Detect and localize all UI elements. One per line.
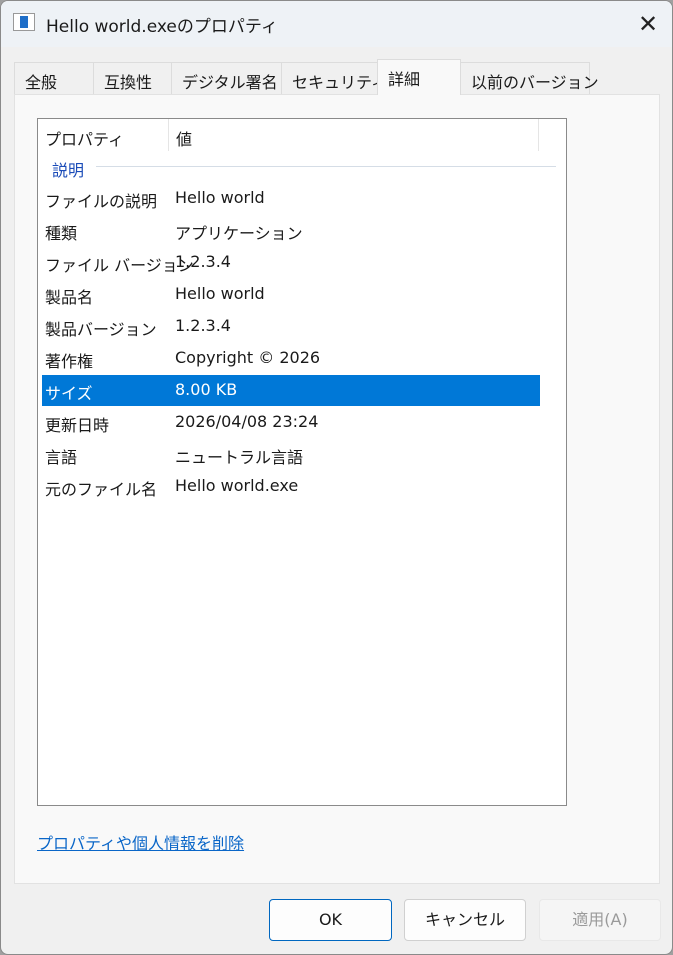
property-name: 種類 bbox=[45, 224, 78, 243]
property-name: 著作権 bbox=[45, 352, 94, 371]
table-row[interactable]: 言語 ニュートラル言語 bbox=[42, 439, 540, 470]
property-name: 元のファイル名 bbox=[45, 480, 158, 499]
column-divider[interactable] bbox=[168, 119, 169, 151]
table-row[interactable]: サイズ 8.00 KB bbox=[42, 375, 540, 406]
group-header-description: 説明 bbox=[52, 161, 85, 180]
cancel-button[interactable]: キャンセル bbox=[404, 899, 526, 941]
app-icon bbox=[13, 13, 35, 31]
tab-details[interactable]: 詳細 bbox=[377, 59, 461, 95]
properties-dialog: Hello world.exeのプロパティ ✕ 全般 互換性 デジタル署名 セキ… bbox=[0, 0, 673, 955]
column-header-value[interactable]: 値 bbox=[176, 126, 192, 150]
column-header-property[interactable]: プロパティ bbox=[45, 126, 124, 150]
property-name: ファイルの説明 bbox=[45, 192, 158, 211]
property-value: Hello world bbox=[175, 188, 265, 207]
property-value: Hello world.exe bbox=[175, 476, 299, 495]
property-value: 2026/04/08 23:24 bbox=[175, 412, 319, 431]
remove-properties-link[interactable]: プロパティや個人情報を削除 bbox=[37, 830, 244, 854]
property-name: 製品バージョン bbox=[45, 320, 157, 339]
table-row[interactable]: ファイル バージョン 1.2.3.4 bbox=[42, 247, 540, 278]
property-value: 8.00 KB bbox=[175, 380, 238, 399]
property-name: ファイル バージョン bbox=[45, 256, 194, 275]
property-name: サイズ bbox=[45, 384, 93, 403]
table-row[interactable]: 製品バージョン 1.2.3.4 bbox=[42, 311, 540, 342]
title-bar: Hello world.exeのプロパティ ✕ bbox=[1, 1, 672, 47]
tab-general[interactable]: 全般 bbox=[14, 62, 94, 94]
tab-digital-signatures[interactable]: デジタル署名 bbox=[171, 62, 282, 94]
table-row[interactable]: 更新日時 2026/04/08 23:24 bbox=[42, 407, 540, 438]
apply-button[interactable]: 適用(A) bbox=[539, 899, 661, 941]
ok-button[interactable]: OK bbox=[269, 899, 392, 941]
property-name: 更新日時 bbox=[45, 416, 110, 435]
table-row[interactable]: 種類 アプリケーション bbox=[42, 215, 540, 246]
tab-previous-versions[interactable]: 以前のバージョン bbox=[460, 62, 599, 94]
property-name: 製品名 bbox=[45, 288, 94, 307]
property-value: Hello world bbox=[175, 284, 265, 303]
list-header: プロパティ 値 bbox=[38, 119, 566, 152]
tab-compatibility[interactable]: 互換性 bbox=[93, 62, 172, 94]
close-icon[interactable]: ✕ bbox=[631, 7, 665, 41]
table-row[interactable]: 製品名 Hello world bbox=[42, 279, 540, 310]
property-list[interactable]: プロパティ 値 説明 ファイルの説明 Hello world 種類 アプリケーションフ… bbox=[37, 118, 567, 806]
property-value: ニュートラル言語 bbox=[175, 448, 304, 467]
property-name: 言語 bbox=[45, 448, 78, 467]
property-value: 1.2.3.4 bbox=[175, 316, 231, 335]
table-row[interactable]: 著作権 Copyright © 2026 bbox=[42, 343, 540, 374]
property-value: アプリケーション bbox=[175, 224, 303, 243]
table-row[interactable]: 元のファイル名 Hello world.exe bbox=[42, 471, 540, 502]
property-value: Copyright © 2026 bbox=[175, 348, 321, 367]
column-divider[interactable] bbox=[538, 119, 539, 151]
property-value: 1.2.3.4 bbox=[175, 252, 231, 271]
table-row[interactable]: ファイルの説明 Hello world bbox=[42, 183, 540, 214]
tab-security[interactable]: セキュリティ bbox=[281, 62, 387, 94]
group-divider bbox=[96, 166, 556, 167]
window-title: Hello world.exeのプロパティ bbox=[46, 17, 278, 37]
